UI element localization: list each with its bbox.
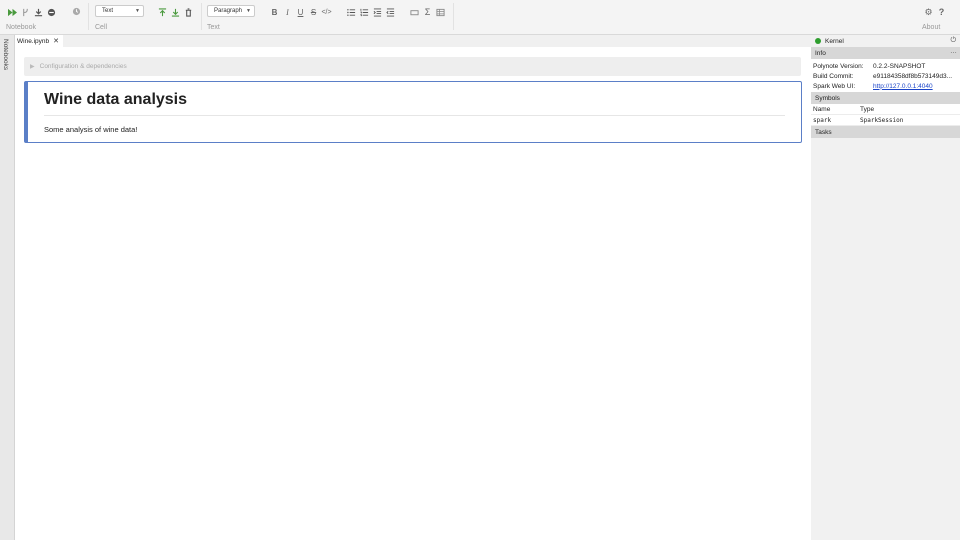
symbols-section-header[interactable]: Symbols bbox=[811, 92, 960, 104]
bold-icon[interactable]: B bbox=[268, 6, 281, 19]
underline-icon[interactable]: U bbox=[294, 6, 307, 19]
toolbar: Notebook Text ▼ Cell Paragraph ▼ B I U S… bbox=[0, 0, 960, 35]
configuration-dependencies-toggle[interactable]: ▶ Configuration & dependencies bbox=[24, 57, 801, 76]
insert-below-icon[interactable] bbox=[169, 6, 182, 19]
info-key: Polynote Version: bbox=[813, 62, 864, 70]
info-title: Info bbox=[815, 49, 826, 57]
column-header-type: Type bbox=[860, 105, 875, 113]
code-icon[interactable]: </> bbox=[320, 6, 333, 19]
config-label: Configuration & dependencies bbox=[39, 63, 127, 70]
symbol-type: SparkSession bbox=[860, 116, 904, 124]
notebook-group-label: Notebook bbox=[6, 24, 36, 31]
info-row: Spark Web UI: http://127.0.0.1:4040 bbox=[811, 81, 960, 91]
text-toolbar-group: Paragraph ▼ B I U S </> Σ Text bbox=[207, 0, 452, 35]
tasks-title: Tasks bbox=[815, 128, 832, 136]
notebooks-panel-toggle[interactable]: Notebooks bbox=[2, 39, 9, 70]
chevron-down-icon: ▼ bbox=[246, 8, 251, 14]
kernel-header[interactable]: Kernel ⏻ bbox=[811, 35, 960, 47]
italic-icon[interactable]: I bbox=[281, 6, 294, 19]
chevron-down-icon: ▼ bbox=[135, 8, 140, 14]
heading-divider bbox=[44, 115, 785, 116]
cell-heading: Wine data analysis bbox=[44, 91, 188, 108]
expand-triangle-icon: ▶ bbox=[30, 64, 35, 70]
info-value: e91184358df8b573149d3... bbox=[873, 72, 953, 80]
info-key: Build Commit: bbox=[813, 72, 854, 80]
about-group-label: About bbox=[922, 24, 941, 31]
paragraph-style-select[interactable]: Paragraph ▼ bbox=[207, 5, 255, 17]
run-all-icon[interactable] bbox=[6, 6, 19, 19]
spark-web-ui-link[interactable]: http://127.0.0.1:4040 bbox=[873, 83, 958, 90]
toolbar-separator bbox=[453, 3, 454, 30]
download-icon[interactable] bbox=[32, 6, 45, 19]
cell-toolbar-group: Text ▼ Cell bbox=[95, 0, 200, 35]
kernel-status-indicator bbox=[815, 38, 821, 44]
insert-above-icon[interactable] bbox=[156, 6, 169, 19]
symbol-name: spark bbox=[813, 116, 832, 124]
cell-body-text: Some analysis of wine data! bbox=[44, 125, 138, 134]
info-section-body: Polynote Version: 0.2.2-SNAPSHOT Build C… bbox=[811, 59, 960, 92]
settings-gear-icon[interactable]: ⚙ bbox=[922, 6, 935, 19]
text-group-label: Text bbox=[207, 24, 220, 31]
delete-cell-icon[interactable] bbox=[182, 6, 195, 19]
close-icon[interactable]: ✕ bbox=[53, 37, 59, 45]
cell-type-select-value: Text bbox=[102, 8, 114, 14]
kernel-title: Kernel bbox=[825, 37, 844, 45]
bulleted-list-icon[interactable] bbox=[345, 6, 358, 19]
column-header-name: Name bbox=[813, 105, 831, 113]
equation-icon[interactable]: Σ bbox=[421, 6, 434, 19]
insert-link-icon[interactable] bbox=[408, 6, 421, 19]
table-row[interactable]: spark SparkSession bbox=[811, 115, 960, 126]
symbols-table: Name Type spark SparkSession bbox=[811, 104, 960, 126]
notebook-area: ▶ Configuration & dependencies Wine data… bbox=[15, 47, 811, 540]
cell-type-select[interactable]: Text ▼ bbox=[95, 5, 144, 17]
cell-group-label: Cell bbox=[95, 24, 108, 31]
symbols-header-row: Name Type bbox=[811, 104, 960, 115]
info-value: 0.2.2-SNAPSHOT bbox=[873, 62, 926, 70]
paragraph-select-value: Paragraph bbox=[214, 8, 243, 14]
info-section-header[interactable]: Info … bbox=[811, 47, 960, 59]
schedule-icon[interactable] bbox=[70, 5, 83, 18]
more-icon[interactable]: … bbox=[950, 48, 957, 55]
about-toolbar-group: ⚙ ? About bbox=[920, 0, 960, 35]
kernel-panel: Kernel ⏻ Info … Polynote Version: 0.2.2-… bbox=[811, 35, 960, 540]
symbols-title: Symbols bbox=[815, 94, 840, 102]
tab-wine-notebook[interactable]: Wine.ipynb ✕ bbox=[15, 35, 64, 47]
indent-icon[interactable] bbox=[371, 6, 384, 19]
clear-output-icon[interactable] bbox=[45, 6, 58, 19]
left-rail: Notebooks bbox=[0, 35, 15, 540]
info-key: Spark Web UI: bbox=[813, 82, 856, 90]
tab-label: Wine.ipynb bbox=[17, 37, 50, 45]
tasks-section-header[interactable]: Tasks bbox=[811, 126, 960, 138]
tab-bar: Wine.ipynb ✕ bbox=[15, 35, 811, 47]
kernel-power-icon[interactable]: ⏻ bbox=[950, 37, 956, 45]
strikethrough-icon[interactable]: S bbox=[307, 6, 320, 19]
numbered-list-icon[interactable] bbox=[358, 6, 371, 19]
info-row: Polynote Version: 0.2.2-SNAPSHOT bbox=[811, 61, 960, 71]
info-row: Build Commit: e91184358df8b573149d3... bbox=[811, 71, 960, 81]
outdent-icon[interactable] bbox=[384, 6, 397, 19]
toolbar-separator bbox=[88, 3, 89, 30]
branch-icon[interactable] bbox=[19, 6, 32, 19]
toolbar-separator bbox=[201, 3, 202, 30]
text-cell[interactable]: Wine data analysis Some analysis of wine… bbox=[24, 81, 802, 143]
help-icon[interactable]: ? bbox=[935, 6, 948, 19]
table-icon[interactable] bbox=[434, 6, 447, 19]
